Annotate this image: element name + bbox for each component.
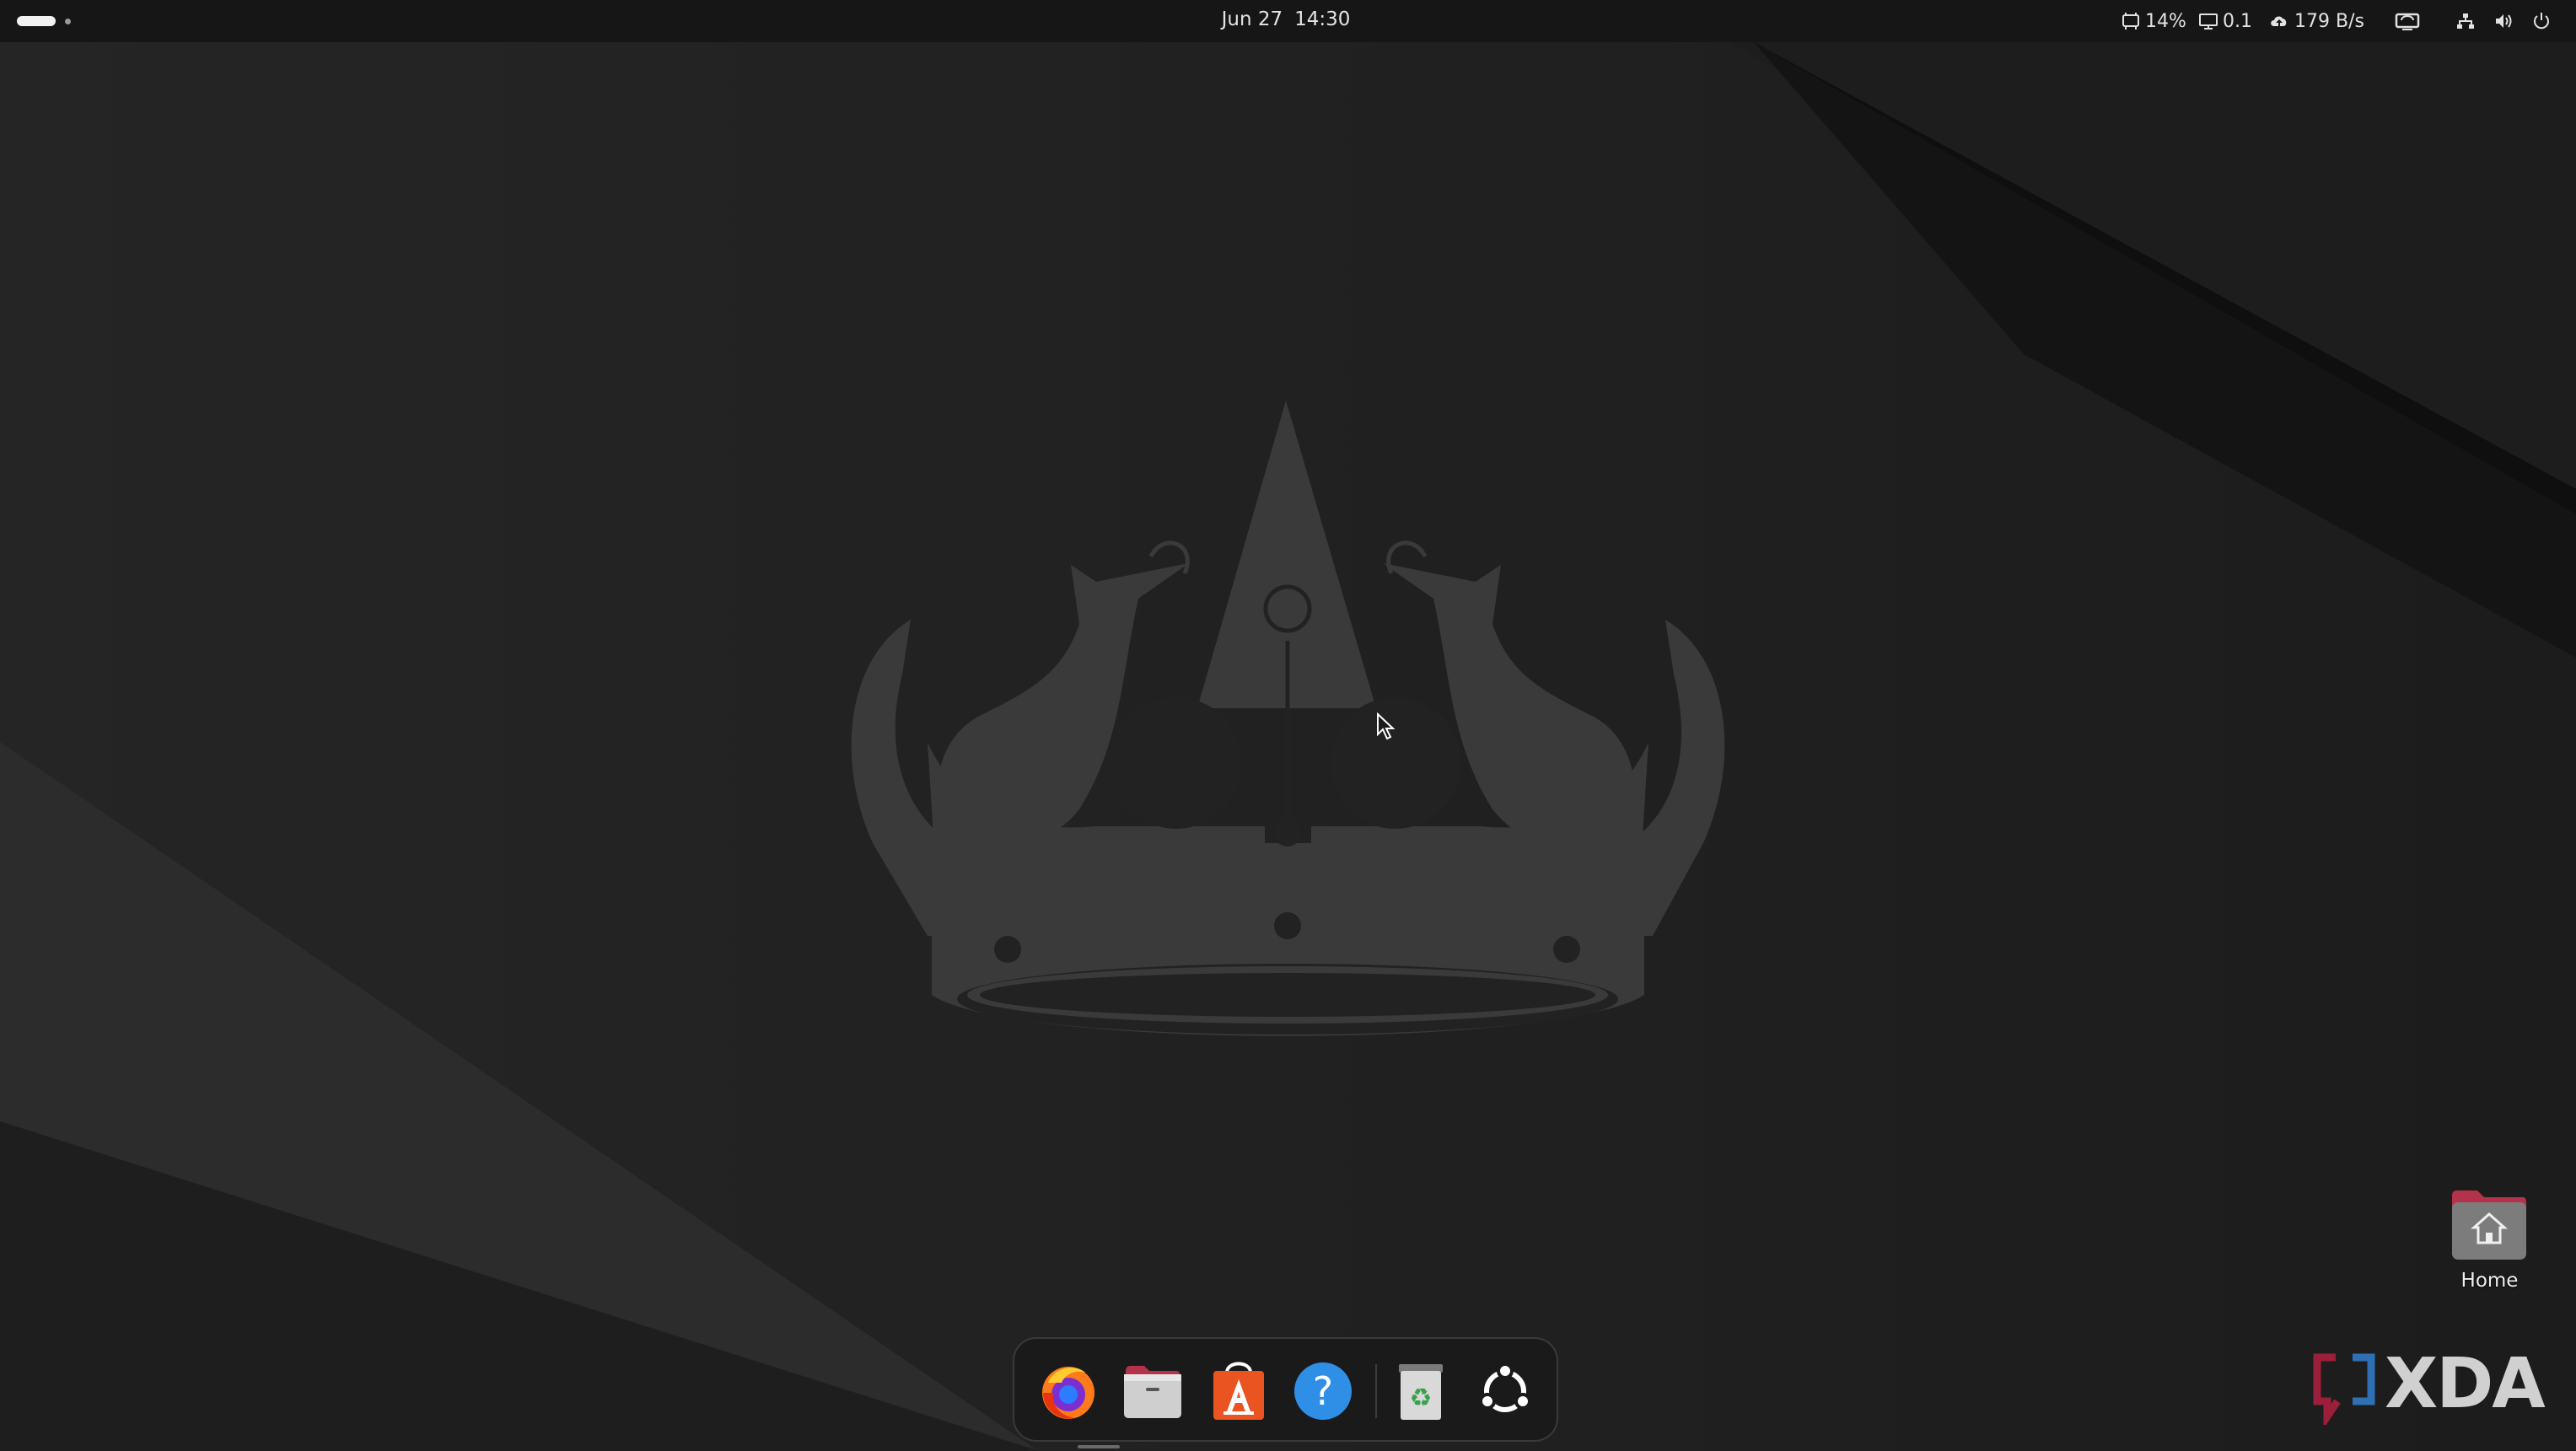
cloud-upload-icon	[2268, 12, 2290, 30]
files-icon[interactable]	[1121, 1359, 1185, 1423]
load-indicator[interactable]: 0.1	[2198, 0, 2252, 42]
power-icon[interactable]	[2532, 0, 2551, 42]
mouse-cursor-icon	[1376, 712, 1396, 744]
home-folder-desktop-icon[interactable]: Home	[2428, 1180, 2551, 1307]
svg-text:?: ?	[1313, 1368, 1333, 1414]
cpu-value: 14%	[2145, 10, 2186, 32]
clock-date: Jun 27	[1221, 8, 1283, 30]
monitor-icon	[2198, 12, 2218, 30]
xda-watermark: XDA	[2312, 1344, 2557, 1425]
load-value: 0.1	[2223, 10, 2252, 32]
clock-time: 14:30	[1294, 8, 1351, 30]
xda-watermark-text: XDA	[2385, 1344, 2546, 1424]
help-icon[interactable]: ?	[1291, 1359, 1355, 1423]
home-folder-label: Home	[2460, 1270, 2519, 1292]
cpu-icon	[2121, 12, 2141, 30]
xda-logo-icon	[2313, 1353, 2375, 1425]
dock-running-indicator	[1078, 1445, 1120, 1448]
dock: ? ♻	[1013, 1337, 1558, 1442]
activities-indicator[interactable]	[17, 15, 76, 27]
app-center-icon[interactable]	[1207, 1359, 1271, 1423]
cpu-indicator[interactable]: 14%	[2121, 0, 2186, 42]
network-speed-indicator[interactable]: 179 B/s	[2268, 0, 2364, 42]
date-time-clock[interactable]: Jun 27 14:30	[1138, 0, 1433, 42]
desktop-wallpaper	[0, 0, 2576, 1451]
screen-share-icon[interactable]	[2395, 0, 2420, 42]
ubuntu-logo-icon[interactable]	[1473, 1359, 1537, 1423]
svg-text:♻: ♻	[1410, 1384, 1433, 1413]
firefox-icon[interactable]	[1036, 1359, 1100, 1423]
dock-separator	[1375, 1364, 1377, 1418]
top-bar: Jun 27 14:30 14% 0.1 179 B/s	[0, 0, 2576, 42]
trash-icon[interactable]: ♻	[1389, 1359, 1453, 1423]
workspace-active-indicator	[17, 16, 56, 26]
network-speed-value: 179 B/s	[2294, 10, 2364, 32]
speaker-icon[interactable]	[2494, 0, 2514, 42]
workspace-inactive-indicator	[65, 19, 71, 24]
network-icon[interactable]	[2455, 0, 2476, 42]
